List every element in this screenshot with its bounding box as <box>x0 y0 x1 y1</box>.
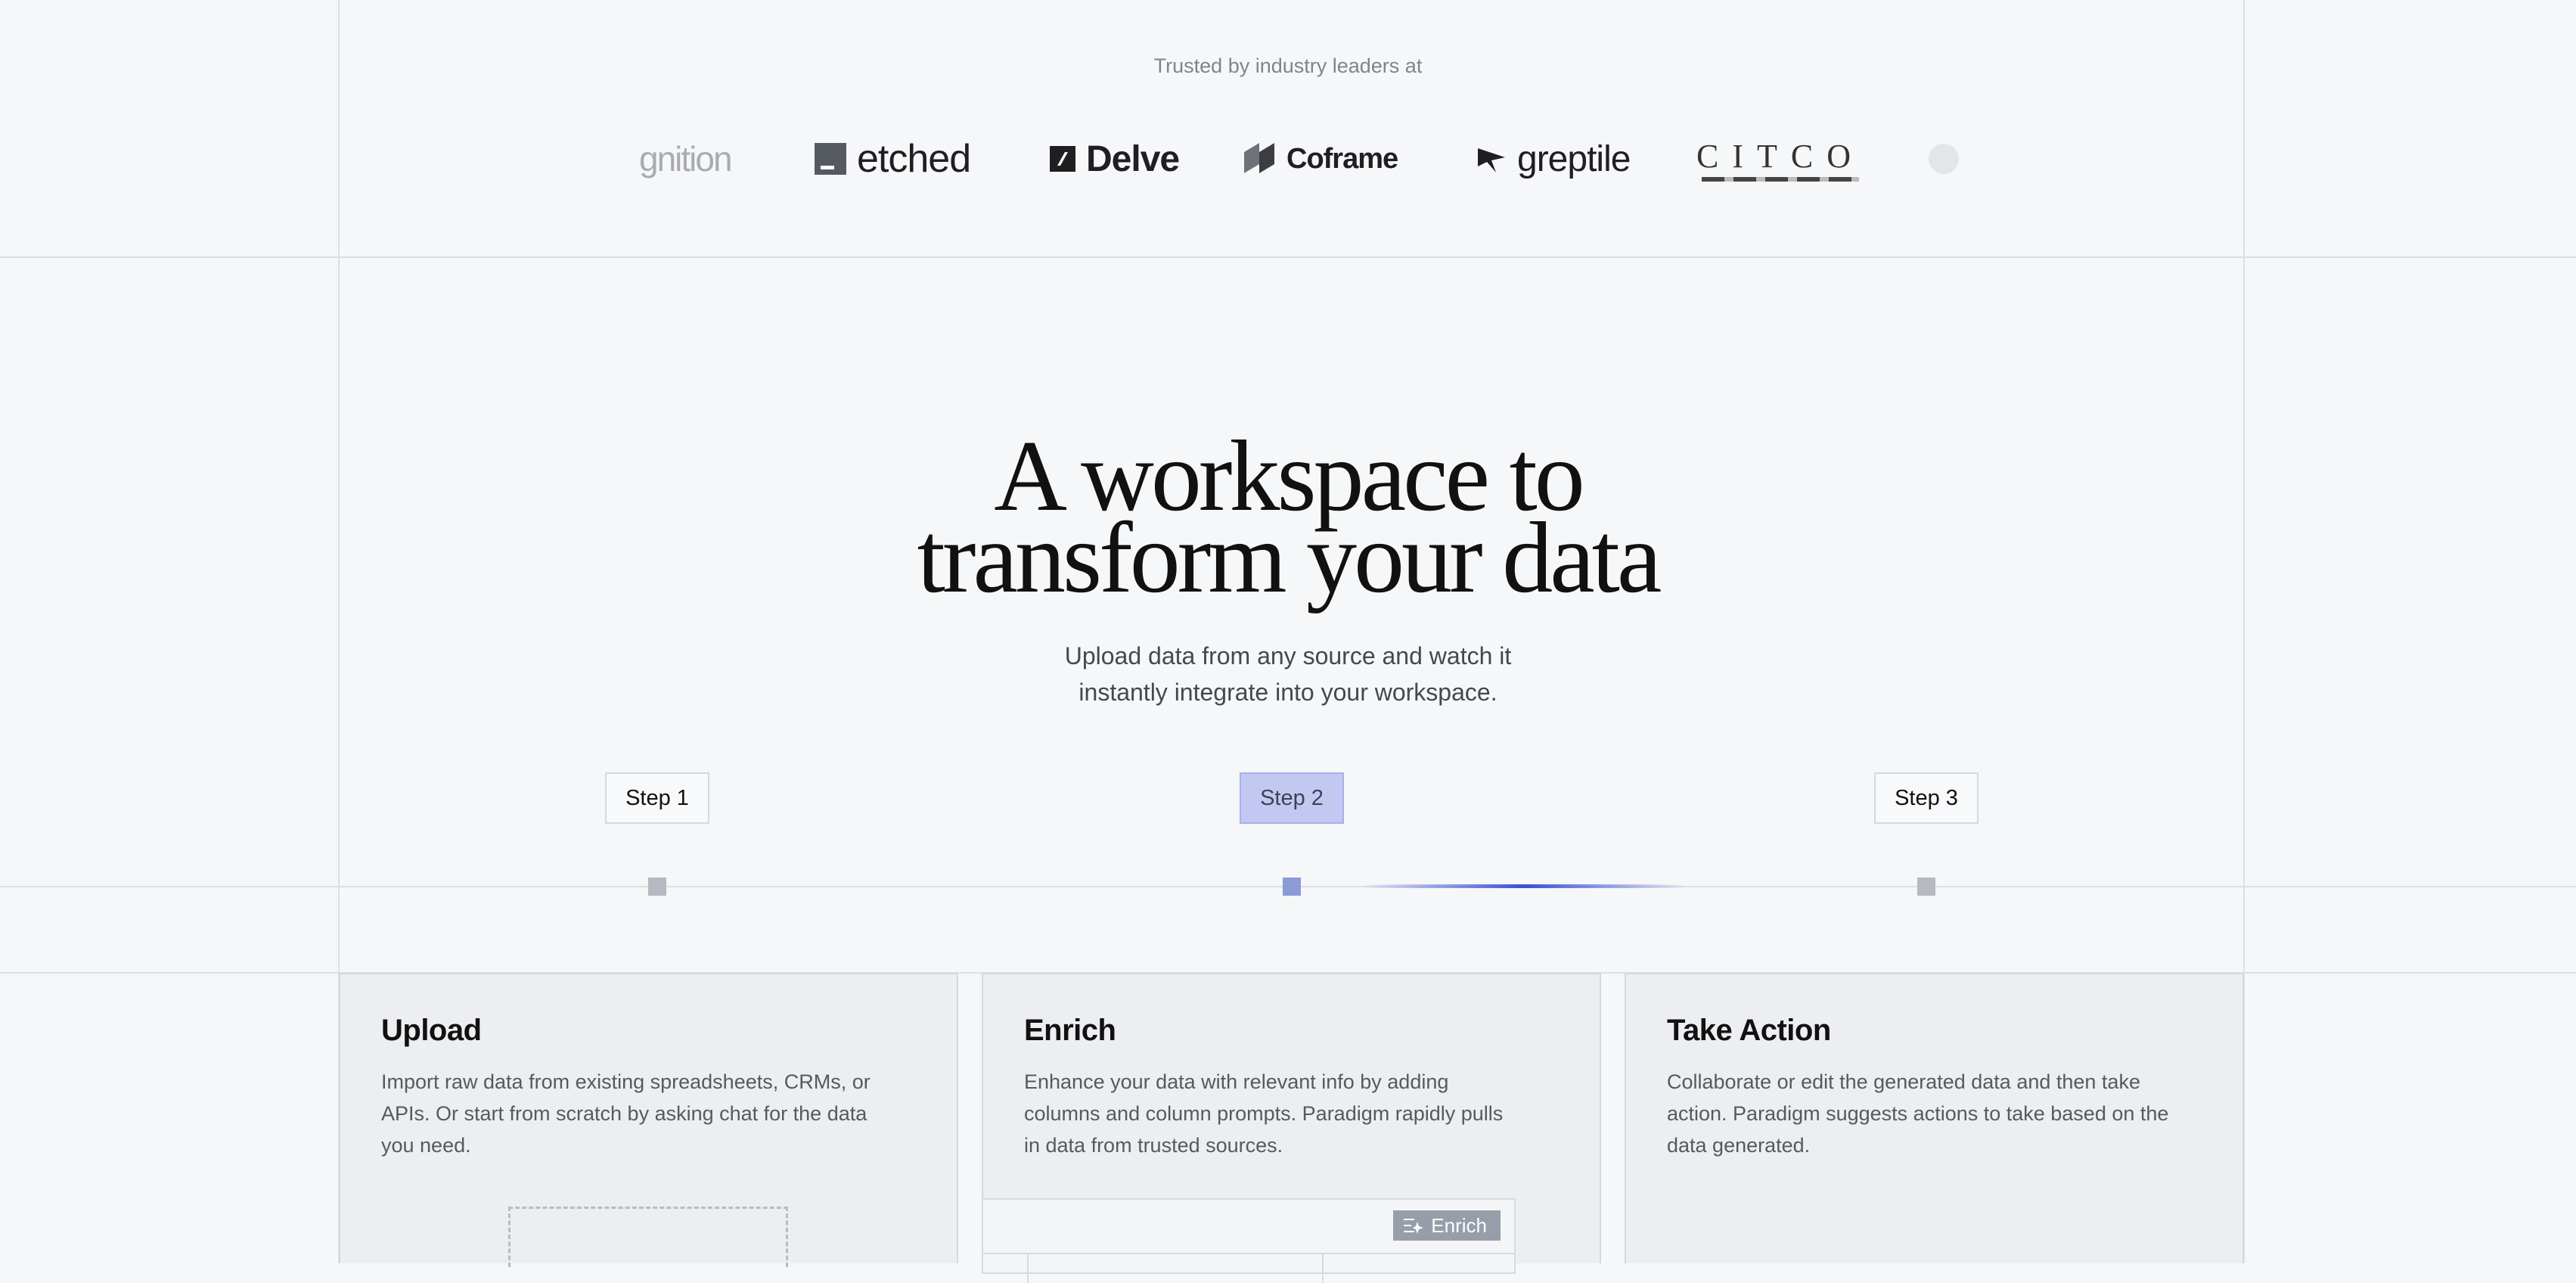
card-upload-description: Import raw data from existing spreadshee… <box>381 1070 871 1157</box>
card-take-action: Take Action Collaborate or edit the gene… <box>1625 973 2244 1263</box>
table-column-divider <box>1027 1253 1029 1283</box>
upload-dropzone[interactable] <box>508 1207 788 1267</box>
coframe-logo-icon <box>1244 143 1274 173</box>
card-enrich-description: Enhance your data with relevant info by … <box>1024 1070 1504 1157</box>
hero-subtitle: Upload data from any source and watch it… <box>0 638 2576 710</box>
step-2-tab[interactable]: Step 2 <box>1240 772 1344 824</box>
hero-subtitle-line-2: instantly integrate into your workspace. <box>1079 679 1497 706</box>
enrich-button[interactable]: Enrich <box>1393 1210 1501 1241</box>
step-3-marker <box>1917 878 1935 896</box>
logo-partial-icon <box>1929 144 1959 174</box>
card-upload-title: Upload <box>381 1014 482 1047</box>
logo-greptile: greptile <box>1476 129 1631 189</box>
greptile-logo-icon <box>1478 148 1505 172</box>
card-enrich-title: Enrich <box>1024 1014 1116 1047</box>
logo-gnition: gnition <box>639 139 733 179</box>
enrich-table-preview: Enrich <box>982 1198 1516 1283</box>
logo-coframe: Coframe <box>1243 129 1398 189</box>
hero-title-line-2: transform your data <box>917 502 1662 614</box>
step-3-tab[interactable]: Step 3 <box>1874 772 1979 824</box>
step-2-marker <box>1283 878 1301 896</box>
logo-delve: Delve <box>1050 129 1180 189</box>
enrich-button-label: Enrich <box>1431 1213 1487 1237</box>
grid-line-logos <box>0 256 2576 258</box>
enrich-icon <box>1404 1219 1424 1234</box>
delve-logo-icon <box>1050 146 1075 172</box>
logo-etched: etched <box>815 129 971 189</box>
step-1-tab[interactable]: Step 1 <box>605 772 709 824</box>
table-column-divider <box>1322 1253 1324 1283</box>
logo-citco: CITCO <box>1696 129 1864 189</box>
trusted-by-label: Trusted by industry leaders at <box>1153 54 1423 77</box>
table-header-divider <box>983 1253 1514 1254</box>
step-1-marker <box>648 878 666 896</box>
logo-strip: gnition etched Delve Coframe greptile CI… <box>639 129 1959 189</box>
citco-underline <box>1702 176 1859 182</box>
card-take-action-title: Take Action <box>1667 1014 1831 1047</box>
etched-logo-icon <box>815 143 846 175</box>
hero-title: A workspace to transform your data <box>0 425 2576 614</box>
step-progress-indicator <box>1361 884 1687 888</box>
hero-subtitle-line-1: Upload data from any source and watch it <box>1064 642 1512 669</box>
card-take-action-description: Collaborate or edit the generated data a… <box>1667 1070 2169 1157</box>
